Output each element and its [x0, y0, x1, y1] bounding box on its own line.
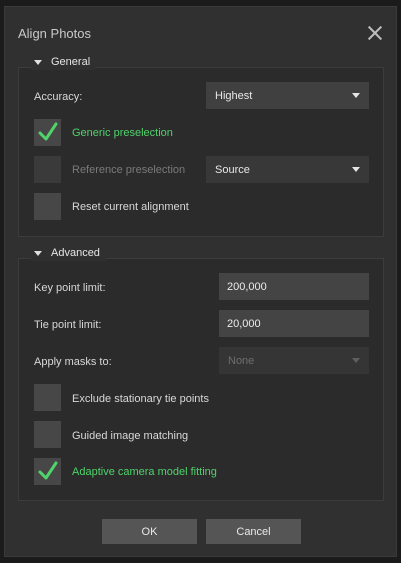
accuracy-value: Highest: [215, 89, 253, 102]
dropdown-arrow-icon: [352, 167, 360, 172]
reset-alignment-checkbox[interactable]: [34, 193, 61, 220]
reference-preselection-label: Reference preselection: [72, 164, 186, 176]
title-bar: Align Photos: [5, 7, 396, 53]
ok-button[interactable]: OK: [102, 519, 197, 544]
tie-point-limit-input[interactable]: 20,000: [219, 310, 369, 337]
guided-matching-checkbox[interactable]: [34, 421, 61, 448]
tie-point-limit-value: 20,000: [227, 317, 261, 330]
close-icon[interactable]: [367, 25, 383, 41]
advanced-group-header[interactable]: Advanced: [31, 245, 106, 261]
dropdown-arrow-icon: [352, 93, 360, 98]
dropdown-arrow-icon: [352, 358, 360, 363]
accuracy-select[interactable]: Highest: [206, 82, 369, 109]
exclude-stationary-checkbox[interactable]: [34, 384, 61, 411]
accuracy-label: Accuracy:: [34, 91, 83, 103]
reset-alignment-label: Reset current alignment: [72, 201, 189, 213]
reference-preselection-checkbox: [34, 156, 61, 183]
general-header-label: General: [51, 56, 91, 68]
tie-point-limit-label: Tie point limit:: [34, 319, 102, 331]
generic-preselection-label: Generic preselection: [72, 127, 173, 139]
advanced-header-label: Advanced: [51, 247, 100, 259]
align-photos-dialog: Align Photos General Accuracy: Highest G…: [4, 6, 397, 557]
dialog-title: Align Photos: [18, 26, 91, 41]
reference-source-value: Source: [215, 163, 250, 176]
adaptive-fitting-label: Adaptive camera model fitting: [72, 466, 217, 478]
cancel-button[interactable]: Cancel: [206, 519, 301, 544]
general-group-header[interactable]: General: [31, 54, 97, 70]
apply-masks-label: Apply masks to:: [34, 356, 112, 368]
generic-preselection-checkbox[interactable]: [34, 119, 61, 146]
key-point-limit-label: Key point limit:: [34, 282, 106, 294]
collapse-triangle-icon: [34, 250, 42, 256]
apply-masks-value: None: [228, 354, 255, 367]
exclude-stationary-label: Exclude stationary tie points: [72, 393, 209, 405]
checkmark-icon: [38, 461, 58, 480]
reference-source-select[interactable]: Source: [206, 156, 369, 183]
key-point-limit-value: 200,000: [227, 280, 267, 293]
collapse-triangle-icon: [34, 59, 42, 65]
adaptive-fitting-checkbox[interactable]: [34, 458, 61, 485]
key-point-limit-input[interactable]: 200,000: [219, 273, 369, 300]
apply-masks-select: None: [219, 347, 369, 374]
guided-matching-label: Guided image matching: [72, 430, 189, 442]
checkmark-icon: [38, 122, 58, 141]
